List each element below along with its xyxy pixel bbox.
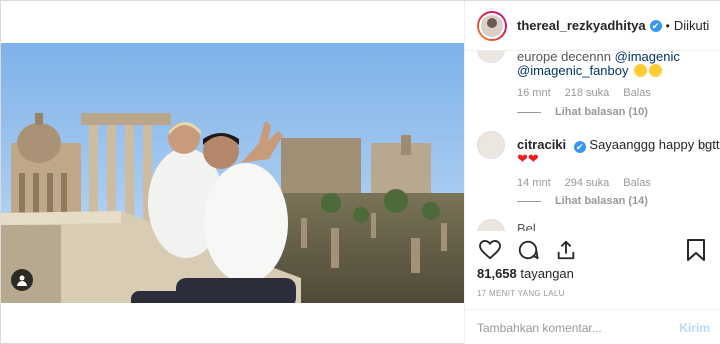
author-avatar[interactable] [477,10,507,41]
comment-meta: 16 mnt 218 suka Balas [517,87,651,99]
comment-time[interactable]: 16 mnt [517,87,551,99]
emoji-icon [634,64,648,77]
reply-button[interactable]: Balas [623,87,651,99]
emoji-icon [649,64,663,77]
following-button[interactable]: Diikuti [674,18,709,33]
like-button[interactable] [477,237,503,263]
separator-dot: • [665,18,670,33]
post-timestamp[interactable]: 17 MENIT YANG LALU [477,289,565,298]
comment-like-heart-icon[interactable]: ♡ [699,143,708,154]
heart-icon [479,240,501,260]
comments-list[interactable]: europe decennn @imagenic @imagenic_fanbo… [465,51,720,231]
post-actions [477,235,709,265]
mention-link[interactable]: @imagenic_fanboy [517,63,628,78]
commenter-username[interactable]: citraciki [517,137,566,152]
comment-likes[interactable]: 218 suka [565,87,610,99]
replies-divider [517,111,541,113]
comment-icon [518,240,539,260]
comment-text: Bel [517,221,536,231]
commenter-avatar[interactable] [477,131,505,159]
view-replies-button[interactable]: Lihat balasan (10) [517,106,648,118]
post-side-panel: thereal_rezkyadhitya ✔ • Diikuti europe … [464,1,720,344]
comment-likes[interactable]: 294 suka [565,177,610,189]
view-replies-button[interactable]: Lihat balasan (14) [517,195,648,207]
replies-divider [517,200,541,202]
commenter-avatar[interactable] [477,219,505,231]
commenter-avatar[interactable] [477,51,505,63]
view-count-label: tayangan [520,266,574,281]
view-count[interactable]: 81,658 tayangan [477,266,574,281]
save-button[interactable] [683,237,709,263]
heart-emojis: ❤❤ [517,151,539,166]
verified-badge-icon: ✔ [573,141,586,153]
post-dialog: thereal_rezkyadhitya ✔ • Diikuti europe … [0,0,720,344]
comment-button[interactable] [515,237,541,263]
share-button[interactable] [553,237,579,263]
share-icon [557,240,575,260]
view-replies-label: Lihat balasan (14) [555,195,648,207]
comment-meta: 14 mnt 294 suka Balas [517,177,651,189]
comment-body: citraciki ✔ Sayaanggg happy bgtt [517,137,720,153]
author-username[interactable]: thereal_rezkyadhitya [517,18,646,33]
post-header: thereal_rezkyadhitya ✔ • Diikuti [465,1,720,51]
bookmark-icon [687,239,705,261]
comment-composer: Kirim [465,309,720,344]
verified-badge-icon: ✔ [649,19,662,32]
video-indicator-icon [11,269,33,291]
comment-text-line: @imagenic_fanboy [517,63,663,78]
comment-time[interactable]: 14 mnt [517,177,551,189]
view-replies-label: Lihat balasan (10) [555,106,648,118]
post-comment-button[interactable]: Kirim [679,321,710,335]
comment-text-partial: Bel [517,221,536,231]
post-video[interactable] [1,43,464,303]
view-count-number: 81,658 [477,266,517,281]
video-frame [1,43,464,303]
reply-button[interactable]: Balas [623,177,651,189]
comment-input[interactable] [477,320,680,335]
